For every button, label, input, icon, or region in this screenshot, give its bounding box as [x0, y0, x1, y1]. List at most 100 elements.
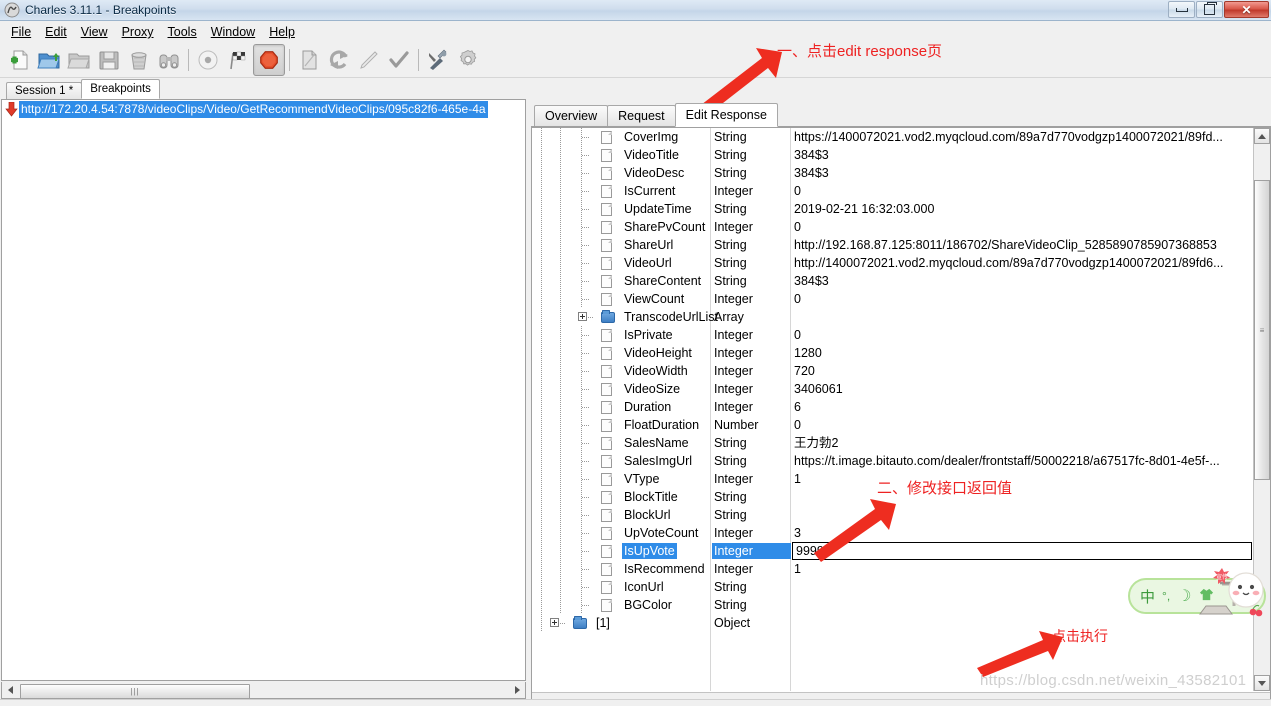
tab-edit-response[interactable]: Edit Response: [674, 103, 778, 127]
ime-language-label[interactable]: 中: [1140, 586, 1155, 607]
minimize-button[interactable]: [1168, 1, 1195, 18]
left-scroll-track[interactable]: |||: [18, 683, 509, 699]
tree-row[interactable]: IsUpVote Integer 9999: [532, 542, 1253, 560]
tab-breakpoints[interactable]: Breakpoints: [81, 79, 160, 99]
menu-item-proxy[interactable]: Proxy: [115, 23, 161, 41]
settings-icon[interactable]: [453, 45, 483, 75]
clear-session-icon[interactable]: [124, 45, 154, 75]
tree-row[interactable]: VideoSize Integer 3406061: [532, 380, 1253, 398]
find-icon[interactable]: [154, 45, 184, 75]
document-icon: [601, 598, 618, 612]
tree-row[interactable]: [1] Object: [532, 614, 1253, 632]
tree-row[interactable]: SalesImgUrl String https://t.image.bitauto…: [532, 452, 1253, 470]
tree-branch-line: [578, 344, 601, 362]
tab-request[interactable]: Request: [607, 105, 676, 126]
tree-row[interactable]: SharePvCount Integer 0: [532, 218, 1253, 236]
status-strip: [0, 699, 1271, 706]
validate-icon[interactable]: [384, 45, 414, 75]
tree-row[interactable]: CoverImg String https://1400072021.vod2.my…: [532, 128, 1253, 146]
moon-icon[interactable]: ☽: [1177, 586, 1191, 606]
tree-row[interactable]: IsCurrent Integer 0: [532, 182, 1253, 200]
tab-session-1[interactable]: Session 1 *: [6, 82, 83, 99]
menu-item-window[interactable]: Window: [204, 23, 262, 41]
tree-indent-guides: [532, 182, 578, 200]
tree-row-value: 0: [794, 292, 801, 306]
tree-row[interactable]: VideoDesc String 384$3: [532, 164, 1253, 182]
tree-indent-guides: [532, 524, 578, 542]
tree-row[interactable]: IsPrivate Integer 0: [532, 326, 1253, 344]
maximize-button[interactable]: [1196, 1, 1223, 18]
tree-row[interactable]: VideoWidth Integer 720: [532, 362, 1253, 380]
tree-row[interactable]: VideoTitle String 384$3: [532, 146, 1253, 164]
tree-row[interactable]: Duration Integer 6: [532, 398, 1253, 416]
document-icon: [601, 562, 618, 576]
tree-indent-guides: [532, 596, 578, 614]
tree-row[interactable]: ShareContent String 384$3: [532, 272, 1253, 290]
plus-icon[interactable]: [550, 618, 559, 627]
tree-row[interactable]: ViewCount Integer 0: [532, 290, 1253, 308]
annotation-step-1: 一、点击edit response页: [777, 43, 943, 60]
close-session-icon[interactable]: [64, 45, 94, 75]
breakpoints-icon[interactable]: [253, 44, 285, 76]
tree-row-name: ViewCount: [624, 292, 685, 306]
tree-row[interactable]: IsRecommend Integer 1: [532, 560, 1253, 578]
open-session-icon[interactable]: [34, 45, 64, 75]
edit-icon[interactable]: [354, 45, 384, 75]
tree-expand-toggle[interactable]: [550, 614, 573, 632]
left-horizontal-scrollbar[interactable]: |||: [1, 682, 526, 699]
tree-branch-line: [578, 218, 601, 236]
toolbar-separator-2: [289, 49, 290, 71]
throttle-icon[interactable]: [223, 45, 253, 75]
save-session-icon[interactable]: [94, 45, 124, 75]
tree-row[interactable]: BlockUrl String: [532, 506, 1253, 524]
left-scroll-thumb[interactable]: |||: [20, 683, 250, 699]
document-icon: [601, 400, 618, 414]
tree-row-value: 0: [794, 184, 801, 198]
tree-row-name: IsPrivate: [624, 328, 673, 342]
menu-item-file[interactable]: File: [4, 23, 38, 41]
tree-row-name: SalesName: [624, 436, 689, 450]
tree-scroll-thumb[interactable]: ≡: [1254, 180, 1270, 480]
tree-row-type: Integer: [714, 292, 753, 306]
tree-row-type: String: [714, 508, 747, 522]
record-icon[interactable]: [193, 45, 223, 75]
scroll-down-arrow-icon[interactable]: [1254, 675, 1270, 691]
tree-row[interactable]: FloatDuration Number 0: [532, 416, 1253, 434]
scroll-grip-icon: |||: [130, 686, 140, 696]
tree-row[interactable]: TranscodeUrlList Array: [532, 308, 1253, 326]
plus-icon[interactable]: [578, 312, 587, 321]
compose-icon[interactable]: [294, 45, 324, 75]
menu-item-view[interactable]: View: [74, 23, 115, 41]
tree-row-name: IsRecommend: [624, 562, 705, 576]
tree-expand-toggle[interactable]: [578, 308, 601, 326]
breakpoints-list[interactable]: http://172.20.4.54:7878/videoClips/Video…: [1, 99, 526, 681]
tree-branch-line: [578, 182, 601, 200]
tree-row-type: String: [714, 166, 747, 180]
tree-row-name: VideoTitle: [624, 148, 679, 162]
menu-item-edit[interactable]: Edit: [38, 23, 74, 41]
tree-row[interactable]: UpVoteCount Integer 3: [532, 524, 1253, 542]
tree-row-value: http://1400072021.vod2.myqcloud.com/89a7…: [794, 256, 1224, 270]
tree-row[interactable]: ShareUrl String http://192.168.87.125:8011…: [532, 236, 1253, 254]
value-edit-input[interactable]: 9999: [792, 542, 1252, 560]
new-session-icon[interactable]: [4, 45, 34, 75]
menu-item-tools[interactable]: Tools: [161, 23, 204, 41]
close-button[interactable]: ✕: [1224, 1, 1269, 18]
scroll-up-arrow-icon[interactable]: [1254, 128, 1270, 144]
tree-row[interactable]: UpdateTime String 2019-02-21 16:32:03.000: [532, 200, 1253, 218]
tree-row-name: VideoWidth: [624, 364, 688, 378]
tools-icon[interactable]: [423, 45, 453, 75]
repeat-icon[interactable]: [324, 45, 354, 75]
tree-indent-guides: [532, 380, 578, 398]
tree-indent-guides: [532, 200, 578, 218]
scroll-right-arrow-icon[interactable]: [509, 683, 525, 698]
scroll-left-arrow-icon[interactable]: [2, 683, 18, 698]
tree-indent-guides: [532, 218, 578, 236]
half-width-punctuation-icon[interactable]: °,: [1162, 589, 1170, 603]
breakpoint-row[interactable]: http://172.20.4.54:7878/videoClips/Video…: [2, 100, 525, 118]
tab-overview[interactable]: Overview: [534, 105, 609, 126]
menu-item-help[interactable]: Help: [262, 23, 302, 41]
tree-row[interactable]: VideoHeight Integer 1280: [532, 344, 1253, 362]
tree-row[interactable]: VideoUrl String http://1400072021.vod2.myq…: [532, 254, 1253, 272]
tree-row[interactable]: SalesName String 王力勃2: [532, 434, 1253, 452]
